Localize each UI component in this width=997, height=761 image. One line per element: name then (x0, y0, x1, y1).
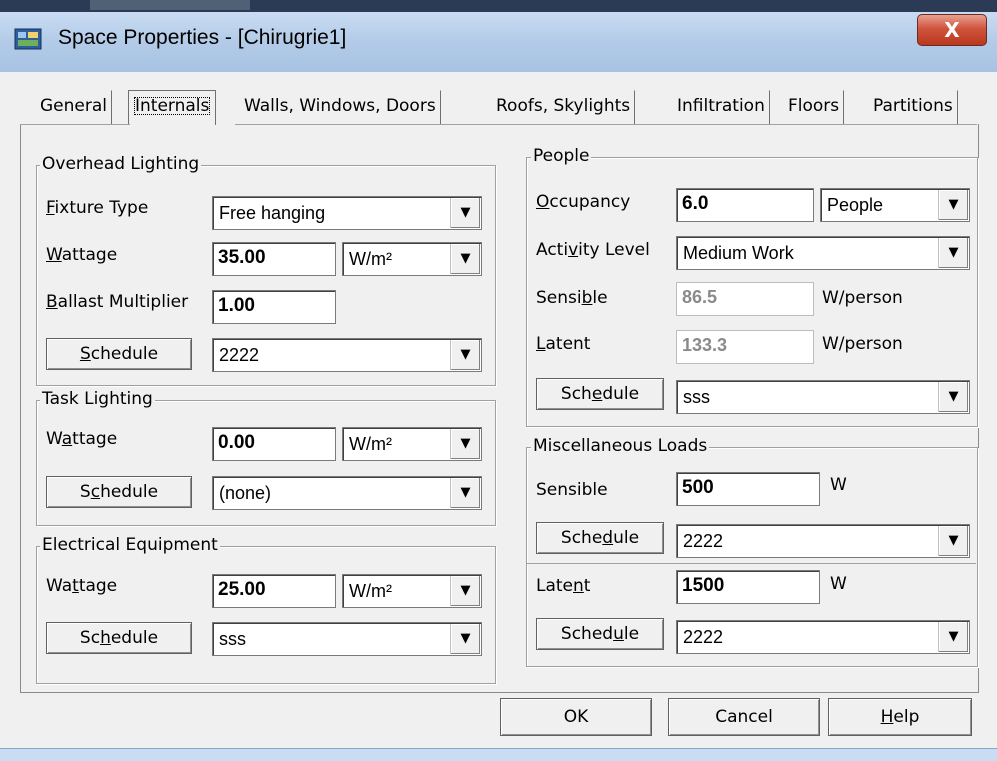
electrical-wattage-unit-select[interactable]: W/m² ▼ (342, 574, 482, 608)
ballast-multiplier-input[interactable]: 1.00 (212, 290, 336, 324)
tab-floors[interactable]: Floors (784, 90, 845, 125)
tab-partitions[interactable]: Partitions (869, 90, 958, 125)
overhead-schedule-button[interactable]: Schedule (46, 338, 192, 370)
overhead-wattage-input[interactable]: 35.00 (212, 242, 336, 276)
misc-sensible-label: Sensible (536, 480, 608, 500)
electrical-schedule-button[interactable]: Schedule (46, 622, 192, 654)
misc-sensible-schedule-select[interactable]: 2222 ▼ (676, 524, 970, 558)
help-button[interactable]: Help (828, 698, 972, 736)
chevron-down-icon[interactable]: ▼ (938, 238, 968, 268)
window-title: Space Properties - [Chirugrie1] (58, 26, 347, 49)
activity-level-label: Activity Level (536, 240, 650, 260)
chevron-down-icon[interactable]: ▼ (938, 622, 968, 652)
occupancy-input[interactable]: 6.0 (676, 188, 814, 222)
electrical-equipment-title: Electrical Equipment (40, 535, 220, 555)
close-button[interactable]: X (917, 14, 987, 46)
tab-walls-windows-doors[interactable]: Walls, Windows, Doors (240, 90, 441, 125)
ok-button[interactable]: OK (500, 698, 652, 736)
electrical-wattage-label: Wattage (46, 576, 118, 596)
background-window-strip (0, 0, 997, 12)
chevron-down-icon[interactable]: ▼ (450, 478, 480, 508)
misc-sensible-schedule-button[interactable]: Schedule (536, 522, 664, 554)
task-schedule-button[interactable]: Schedule (46, 476, 192, 508)
misc-latent-unit: W (830, 574, 847, 594)
task-wattage-label: Wattage (46, 429, 118, 449)
people-schedule-select[interactable]: sss ▼ (676, 380, 970, 414)
ballast-multiplier-label: Ballast Multiplier (46, 292, 189, 312)
misc-latent-schedule-button[interactable]: Schedule (536, 618, 664, 650)
people-sensible-label: Sensible (536, 288, 608, 308)
occupancy-unit-select[interactable]: People ▼ (820, 188, 970, 222)
fixture-type-select[interactable]: Free hanging ▼ (212, 196, 482, 230)
misc-latent-schedule-select[interactable]: 2222 ▼ (676, 620, 970, 654)
task-schedule-select[interactable]: (none) ▼ (212, 476, 482, 510)
people-schedule-button[interactable]: Schedule (536, 378, 664, 410)
people-latent-input: 133.3 (676, 330, 814, 364)
electrical-equipment-group (36, 546, 496, 684)
chevron-down-icon[interactable]: ▼ (450, 576, 480, 606)
cancel-button[interactable]: Cancel (668, 698, 820, 736)
chevron-down-icon[interactable]: ▼ (450, 244, 480, 274)
task-wattage-input[interactable]: 0.00 (212, 427, 336, 461)
people-title: People (531, 146, 592, 166)
chevron-down-icon[interactable]: ▼ (450, 624, 480, 654)
chevron-down-icon[interactable]: ▼ (450, 198, 480, 228)
app-icon (14, 26, 44, 52)
chevron-down-icon[interactable]: ▼ (938, 190, 968, 220)
chevron-down-icon[interactable]: ▼ (938, 382, 968, 412)
miscellaneous-loads-title: Miscellaneous Loads (531, 436, 710, 456)
fixture-type-label: Fixture Type (46, 198, 149, 218)
people-latent-unit: W/person (822, 334, 903, 354)
tab-internals[interactable]: Internals (128, 90, 217, 125)
misc-sensible-unit: W (830, 475, 847, 495)
people-sensible-input: 86.5 (676, 282, 814, 316)
task-lighting-title: Task Lighting (40, 389, 155, 409)
misc-latent-label: Latent (536, 576, 591, 596)
electrical-wattage-input[interactable]: 25.00 (212, 574, 336, 608)
misc-latent-input[interactable]: 1500 (676, 570, 820, 604)
wattage-label: Wattage (46, 245, 118, 265)
chevron-down-icon[interactable]: ▼ (938, 526, 968, 556)
window-bottom-border (0, 748, 997, 761)
tab-general[interactable]: General (36, 90, 112, 125)
task-wattage-unit-select[interactable]: W/m² ▼ (342, 427, 482, 461)
chevron-down-icon[interactable]: ▼ (450, 340, 480, 370)
overhead-wattage-unit-select[interactable]: W/m² ▼ (342, 242, 482, 276)
overhead-lighting-title: Overhead Lighting (40, 154, 202, 174)
electrical-schedule-select[interactable]: sss ▼ (212, 622, 482, 656)
misc-sensible-input[interactable]: 500 (676, 472, 820, 506)
occupancy-label: Occupancy (536, 192, 631, 212)
tab-infiltration[interactable]: Infiltration (673, 90, 770, 125)
activity-level-select[interactable]: Medium Work ▼ (676, 236, 970, 270)
people-latent-label: Latent (536, 334, 591, 354)
tab-roofs-skylights[interactable]: Roofs, Skylights (492, 90, 636, 125)
chevron-down-icon[interactable]: ▼ (450, 429, 480, 459)
people-sensible-unit: W/person (822, 288, 903, 308)
overhead-schedule-select[interactable]: 2222 ▼ (212, 338, 482, 372)
